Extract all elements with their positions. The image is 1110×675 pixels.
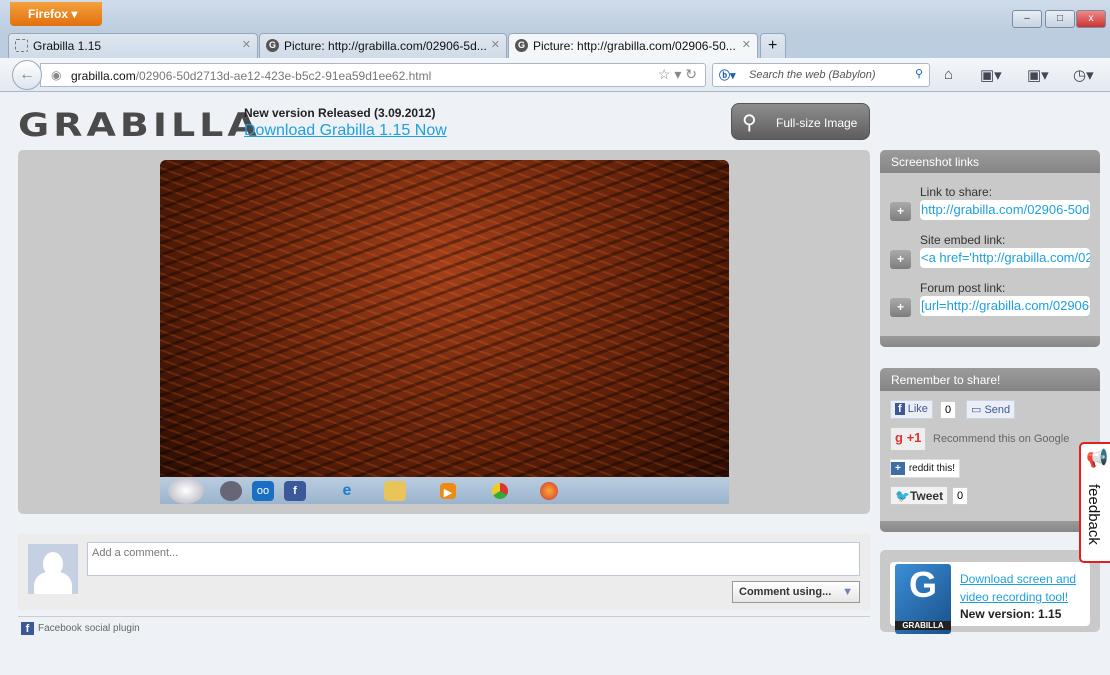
history-icon[interactable]: ◷▾	[1073, 66, 1094, 84]
explorer-icon	[384, 480, 406, 501]
ie-icon: e	[342, 481, 352, 499]
comment-input[interactable]: Add a comment...	[87, 542, 860, 576]
new-tab-button[interactable]: +	[760, 33, 786, 58]
firefox-icon	[540, 481, 558, 500]
search-input[interactable]: ⓑ▾ Search the web (Babylon) ⚲	[712, 63, 930, 87]
embed-link-field[interactable]: <a href='http://grabilla.com/02906-50d27…	[920, 248, 1090, 268]
divider	[18, 616, 870, 617]
screenshot-taskbar: oo f e ▶	[160, 477, 729, 504]
back-button[interactable]: ←	[12, 60, 42, 90]
tab-picture-2[interactable]: G Picture: http://grabilla.com/02906-50..…	[508, 33, 758, 58]
maximize-button[interactable]: □	[1045, 10, 1075, 28]
grabilla-logo[interactable]: GRABILLA	[18, 106, 261, 143]
promo-download-link[interactable]: Download screen and video recording tool…	[960, 570, 1088, 606]
url-bar[interactable]: ◉ grabilla.com/02906-50d2713d-ae12-423e-b…	[40, 63, 706, 87]
facebook-like-button[interactable]: f Like	[890, 400, 933, 419]
tweet-count: 0	[952, 487, 969, 505]
media-player-icon: ▶	[440, 482, 456, 499]
copy-plus-icon[interactable]: +	[890, 298, 911, 317]
grabilla-icon: G	[266, 39, 279, 52]
facebook-icon: f	[284, 480, 306, 501]
copy-plus-icon[interactable]: +	[890, 202, 911, 221]
tab-grabilla[interactable]: Grabilla 1.15 ✕	[8, 33, 258, 58]
megaphone-icon: 📢	[1086, 448, 1109, 468]
bookmarks-menu-icon[interactable]: ▣▾	[1027, 66, 1049, 84]
search-icon[interactable]: ⚲	[915, 67, 923, 80]
globe-icon: ◉	[51, 68, 62, 82]
gplus-text: Recommend this on Google	[933, 433, 1070, 445]
tweetdeck-icon: oo	[252, 480, 274, 501]
comment-using-dropdown[interactable]: Comment using... ▼	[732, 581, 860, 603]
babylon-icon: ⓑ▾	[719, 70, 736, 82]
download-link[interactable]: Download Grabilla 1.15 Now	[244, 122, 447, 140]
google-plus-button[interactable]: g +1	[890, 427, 927, 451]
tab-picture-1[interactable]: G Picture: http://grabilla.com/02906-5d..…	[259, 33, 507, 58]
screenshot-image[interactable]: oo f e ▶	[160, 160, 729, 504]
forum-link-field[interactable]: [url=http://grabilla.com/02906-50d2713d-…	[920, 296, 1090, 316]
close-window-button[interactable]: x	[1076, 10, 1106, 28]
close-tab-icon[interactable]: ✕	[742, 38, 751, 51]
panel-title: Screenshot links	[880, 150, 1100, 173]
facebook-icon: f	[21, 622, 34, 635]
home-icon[interactable]: ⌂	[944, 66, 953, 83]
promo-version: New version: 1.15	[960, 607, 1062, 621]
like-count: 0	[940, 401, 957, 419]
comment-box: Add a comment... Comment using... ▼	[18, 534, 870, 610]
close-tab-icon[interactable]: ✕	[491, 38, 500, 51]
chevron-down-icon: ▼	[842, 586, 853, 598]
minimize-button[interactable]: –	[1012, 10, 1042, 28]
panel-title: Remember to share!	[880, 368, 1100, 391]
share-panel: Remember to share! f Like 0 ▭ Send g +1 …	[880, 368, 1100, 532]
tab-strip: Grabilla 1.15 ✕ G Picture: http://grabilla…	[0, 32, 1110, 58]
title-bar	[0, 0, 1110, 32]
link-label: Site embed link:	[920, 233, 1006, 247]
reddit-button[interactable]: + reddit this!	[890, 459, 960, 478]
share-link-field[interactable]: http://grabilla.com/02906-50d2713d-ae12-…	[920, 200, 1090, 220]
link-label: Forum post link:	[920, 281, 1006, 295]
screenshot-links-panel: Screenshot links Link to share: + http:/…	[880, 150, 1100, 347]
link-label: Link to share:	[920, 185, 993, 199]
chrome-icon	[492, 482, 508, 499]
facebook-social-plugin-link[interactable]: f Facebook social plugin	[21, 622, 140, 635]
start-orb-icon	[168, 477, 204, 504]
promo-panel: G GRABILLA Download screen and video reco…	[880, 550, 1100, 634]
tweet-button[interactable]: 🐦Tweet	[890, 486, 949, 505]
firefox-menu-button[interactable]: Firefox ▾	[10, 2, 102, 26]
magnifier-icon: ⚲	[742, 112, 757, 134]
page-icon	[15, 39, 28, 52]
bookmark-star-reload-icons[interactable]: ☆ ▾ ↻	[658, 66, 697, 83]
feedback-tab[interactable]: 📢 feedback	[1079, 442, 1110, 563]
bookmarks-icon[interactable]: ▣▾	[980, 66, 1002, 84]
release-text: New version Released (3.09.2012)	[244, 106, 436, 120]
copy-plus-icon[interactable]: +	[890, 250, 911, 269]
facebook-send-button[interactable]: ▭ Send	[966, 400, 1016, 419]
navigation-bar: ◉ grabilla.com/02906-50d2713d-ae12-423e-b…	[0, 58, 1110, 92]
grabilla-icon: G	[515, 39, 528, 52]
avatar	[28, 544, 78, 594]
app-icon	[220, 480, 242, 501]
grabilla-box-image: G GRABILLA	[895, 564, 951, 634]
close-tab-icon[interactable]: ✕	[242, 38, 251, 51]
full-size-image-button[interactable]: ⚲ Full-size Image	[731, 103, 870, 140]
